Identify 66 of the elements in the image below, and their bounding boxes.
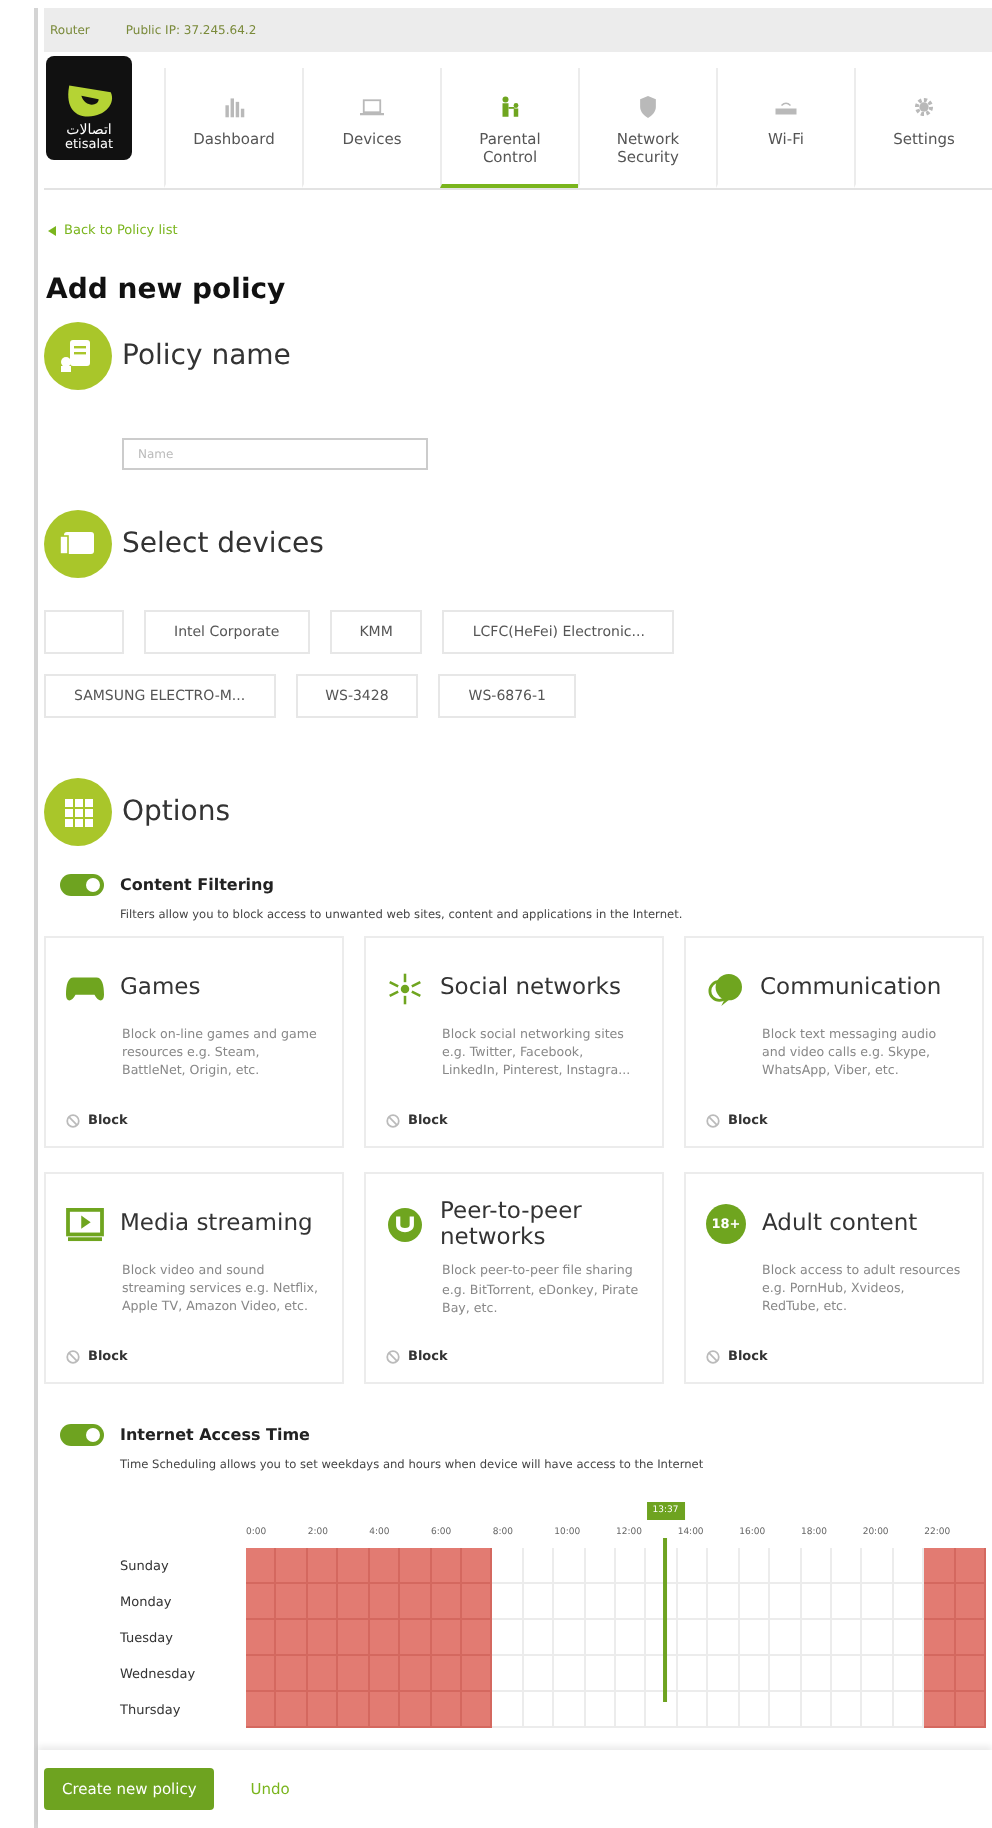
hour-cell[interactable]: [431, 1548, 462, 1584]
card-title: Adult content: [762, 1210, 918, 1238]
toggle-switch[interactable]: [60, 1424, 104, 1446]
laptop-icon: [44, 510, 112, 578]
back-arrow-icon: [48, 225, 56, 235]
document-icon: [44, 322, 112, 390]
section-title: Policy name: [122, 340, 291, 372]
block-icon: [386, 1349, 400, 1363]
hour-cell[interactable]: [307, 1548, 339, 1584]
hour-cell[interactable]: [276, 1692, 308, 1728]
hour-cell[interactable]: [246, 1656, 277, 1692]
bar-chart-icon: [222, 96, 246, 118]
hour-cell[interactable]: [369, 1548, 401, 1584]
family-icon: [498, 96, 522, 118]
video-player-icon: [66, 1207, 104, 1241]
hour-cell[interactable]: [955, 1548, 986, 1584]
hour-cell[interactable]: [461, 1584, 493, 1620]
hour-cell[interactable]: [400, 1548, 431, 1584]
hour-cell[interactable]: [338, 1692, 370, 1728]
hour-cell[interactable]: [400, 1692, 431, 1728]
toggle-label: Content Filtering: [120, 876, 274, 894]
hour-cell[interactable]: [955, 1656, 986, 1692]
page-title: Add new policy: [46, 274, 288, 306]
settings-icon: [912, 96, 936, 118]
hour-cell[interactable]: [461, 1692, 493, 1728]
hour-cell[interactable]: [461, 1548, 493, 1584]
hour-cell[interactable]: [246, 1548, 277, 1584]
hour-cell[interactable]: [276, 1548, 308, 1584]
grid-icon: [44, 778, 112, 846]
hour-cell[interactable]: [924, 1620, 956, 1656]
laptop-icon: [360, 96, 384, 118]
hour-cell[interactable]: [955, 1584, 986, 1620]
hour-cell[interactable]: [461, 1656, 493, 1692]
hour-cell[interactable]: [338, 1548, 370, 1584]
hour-cell[interactable]: [246, 1620, 277, 1656]
card-title: Media streaming: [120, 1210, 313, 1238]
hour-cell[interactable]: [431, 1692, 462, 1728]
card-title: Communication: [760, 974, 942, 1002]
torrent-icon: [386, 1207, 424, 1242]
chat-bubbles-icon: [706, 971, 744, 1005]
hour-cell[interactable]: [924, 1656, 956, 1692]
section-title: Select devices: [122, 528, 324, 560]
block-icon: [386, 1113, 400, 1127]
hour-cell[interactable]: [924, 1584, 956, 1620]
hour-cell[interactable]: [955, 1620, 986, 1656]
hour-cell[interactable]: [307, 1692, 339, 1728]
hour-cell[interactable]: [924, 1692, 956, 1728]
toggle-label: Internet Access Time: [120, 1426, 310, 1444]
hour-cell[interactable]: [461, 1620, 493, 1656]
hour-cell[interactable]: [246, 1584, 277, 1620]
hour-cell[interactable]: [924, 1548, 956, 1584]
toggle-switch[interactable]: [60, 874, 104, 896]
card-title: Games: [120, 974, 201, 1002]
hour-cell[interactable]: [246, 1692, 277, 1728]
card-title: Social networks: [440, 974, 621, 1002]
block-icon: [706, 1349, 720, 1363]
block-icon: [706, 1113, 720, 1127]
shield-icon: [636, 96, 660, 118]
card-title: Peer-to-peer networks: [440, 1198, 584, 1251]
network-icon: [386, 971, 424, 1005]
block-icon: [66, 1113, 80, 1127]
device-chip[interactable]: [44, 610, 124, 654]
section-title: Options: [122, 796, 231, 828]
block-icon: [66, 1349, 80, 1363]
hour-cell[interactable]: [955, 1692, 986, 1728]
hour-cell[interactable]: [369, 1692, 401, 1728]
